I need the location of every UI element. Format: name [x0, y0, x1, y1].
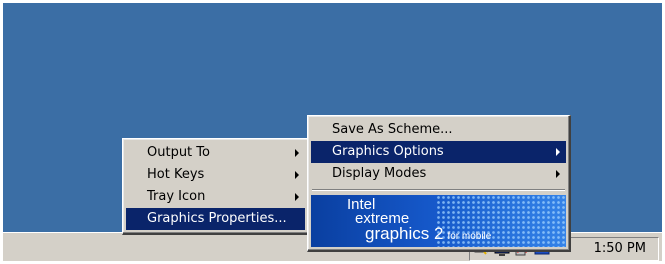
context-menu: Output To Hot Keys Tray Icon Graphics Pr… [122, 138, 310, 235]
banner-graphics-text: graphics 2 [365, 224, 444, 243]
menu-item-output-to[interactable]: Output To [126, 142, 305, 164]
menu-item-label: Graphics Properties... [147, 211, 287, 226]
intel-graphics-banner[interactable]: Intel extreme graphics 2 for mobile [311, 195, 566, 247]
menu-item-label: Output To [147, 145, 210, 160]
menu-item-display-modes[interactable]: Display Modes [311, 163, 566, 185]
menu-item-graphics-options[interactable]: Graphics Options [311, 141, 566, 163]
menu-separator [312, 189, 565, 191]
menu-item-hot-keys[interactable]: Hot Keys [126, 164, 305, 186]
menu-item-graphics-properties[interactable]: Graphics Properties... [126, 208, 305, 230]
menu-item-tray-icon[interactable]: Tray Icon [126, 186, 305, 208]
menu-item-label: Graphics Options [332, 144, 444, 159]
menu-item-save-as-scheme[interactable]: Save As Scheme... [311, 119, 566, 141]
menu-item-label: Display Modes [332, 166, 427, 181]
graphics-submenu: Save As Scheme... Graphics Options Displ… [307, 115, 571, 252]
submenu-arrow-icon [556, 170, 560, 178]
taskbar-clock[interactable]: 1:50 PM [594, 241, 646, 256]
menu-item-label: Tray Icon [147, 189, 206, 204]
banner-graphics: graphics 2 for mobile [365, 224, 491, 244]
submenu-arrow-icon [295, 171, 299, 179]
submenu-arrow-icon [556, 148, 560, 156]
submenu-arrow-icon [295, 193, 299, 201]
submenu-arrow-icon [295, 149, 299, 157]
menu-item-label: Hot Keys [147, 167, 205, 182]
menu-item-label: Save As Scheme... [332, 122, 453, 137]
banner-mobile-text: for mobile [447, 231, 492, 242]
